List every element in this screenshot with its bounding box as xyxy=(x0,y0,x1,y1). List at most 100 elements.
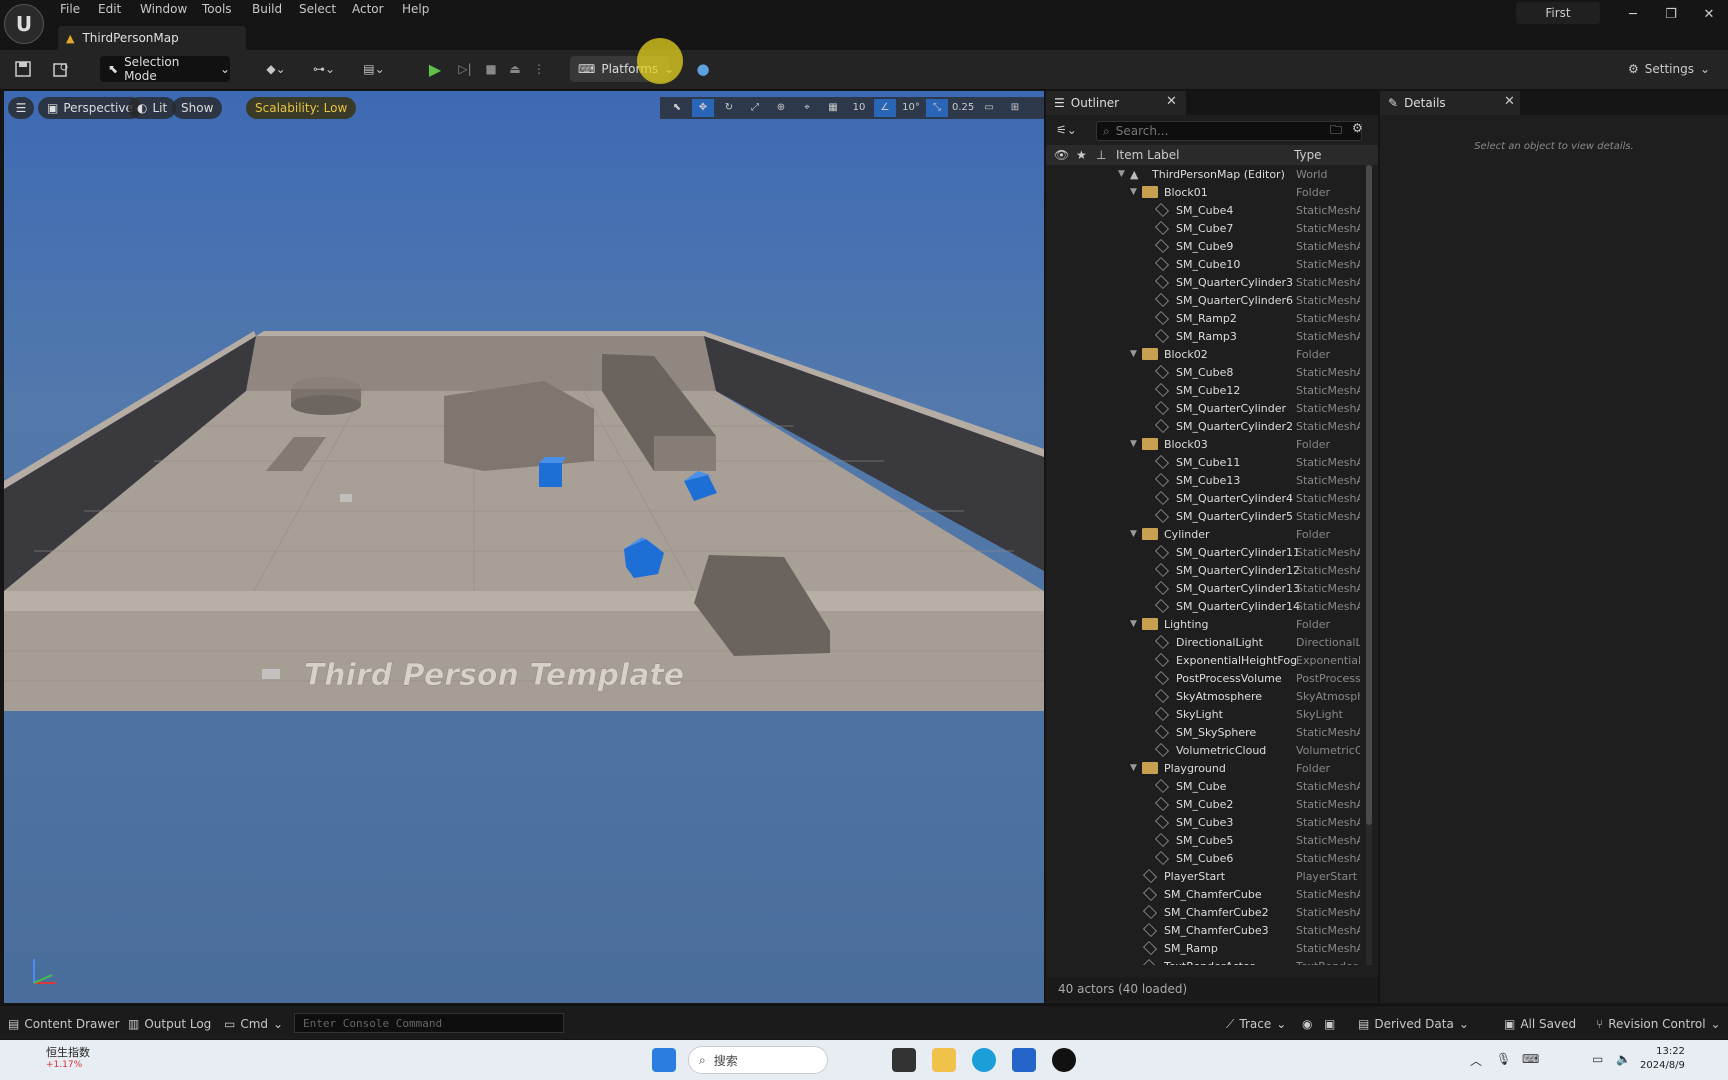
trace-dropdown[interactable]: ⟋ Trace ⌄ xyxy=(1226,1014,1286,1034)
menu-window[interactable]: Window xyxy=(140,2,187,20)
world-local-icon[interactable]: ⊕ xyxy=(770,99,792,117)
details-tab[interactable]: ✎ Details xyxy=(1380,91,1520,115)
outliner-row[interactable]: ▼ Block03 Folder xyxy=(1046,435,1366,453)
tray-chevron-icon[interactable]: ︿ xyxy=(1470,1052,1482,1069)
outliner-row[interactable]: SM_ChamferCube3 StaticMeshA xyxy=(1046,921,1366,939)
output-log-button[interactable]: ▥ Output Log xyxy=(128,1014,211,1034)
move-tool-icon[interactable]: ✥ xyxy=(692,99,714,117)
star-icon[interactable]: ★ xyxy=(1076,148,1096,162)
settings-button[interactable]: ⚙ Settings ⌄ xyxy=(1628,56,1724,82)
stop-icon[interactable]: ■ xyxy=(480,56,502,82)
show-button[interactable]: Show xyxy=(172,97,223,119)
outliner-row[interactable]: SkyAtmosphere SkyAtmosph xyxy=(1046,687,1366,705)
scale-tool-icon[interactable]: ⤢ xyxy=(744,99,766,117)
store-icon[interactable] xyxy=(1012,1048,1036,1072)
outliner-row[interactable]: ▼ Playground Folder xyxy=(1046,759,1366,777)
outliner-row[interactable]: ▼ ▲ ThirdPersonMap (Editor) World xyxy=(1046,165,1366,183)
outliner-row[interactable]: VolumetricCloud VolumetricC xyxy=(1046,741,1366,759)
unreal-logo-icon[interactable]: U xyxy=(4,4,44,44)
outliner-row[interactable]: SM_QuarterCylinder2 StaticMeshA xyxy=(1046,417,1366,435)
eject-icon[interactable]: ⏏ xyxy=(504,56,526,82)
outliner-row[interactable]: SM_Cube6 StaticMeshA xyxy=(1046,849,1366,867)
outliner-row[interactable]: SM_Cube12 StaticMeshA xyxy=(1046,381,1366,399)
outliner-row[interactable]: SM_Cube7 StaticMeshA xyxy=(1046,219,1366,237)
expand-arrow-icon[interactable]: ▼ xyxy=(1130,349,1142,359)
scalability-badge[interactable]: Scalability: Low xyxy=(246,97,357,119)
taskbar-search[interactable]: ⌕ 搜索 xyxy=(688,1046,828,1074)
outliner-row[interactable]: SM_QuarterCylinder11 StaticMeshA xyxy=(1046,543,1366,561)
select-tool-icon[interactable]: ⬉ xyxy=(666,99,688,117)
cmd-dropdown[interactable]: ▭ Cmd ⌄ xyxy=(224,1014,283,1034)
menu-build[interactable]: Build xyxy=(252,2,282,20)
outliner-row[interactable]: SM_Ramp StaticMeshA xyxy=(1046,939,1366,957)
outliner-row[interactable]: SM_QuarterCylinder5 StaticMeshA xyxy=(1046,507,1366,525)
outliner-row[interactable]: SM_QuarterCylinder13 StaticMeshA xyxy=(1046,579,1366,597)
close-icon[interactable]: ✕ xyxy=(1504,94,1515,109)
edge-icon[interactable] xyxy=(972,1048,996,1072)
minimize-icon[interactable]: ─ xyxy=(1616,4,1650,24)
keyboard-icon[interactable]: ⌨ xyxy=(1522,1052,1539,1066)
outliner-row[interactable]: SM_QuarterCylinder4 StaticMeshA xyxy=(1046,489,1366,507)
advance-frame-icon[interactable]: ▷| xyxy=(454,56,476,82)
outliner-row[interactable]: SM_ChamferCube2 StaticMeshA xyxy=(1046,903,1366,921)
outliner-row[interactable]: SkyLight SkyLight xyxy=(1046,705,1366,723)
viewport-options-icon[interactable]: ☰ xyxy=(8,97,34,119)
outliner-row[interactable]: SM_QuarterCylinder14 StaticMeshA xyxy=(1046,597,1366,615)
browse-icon[interactable] xyxy=(50,56,72,82)
outliner-row[interactable]: SM_SkySphere StaticMeshA xyxy=(1046,723,1366,741)
filter-icon[interactable]: ⚟⌄ xyxy=(1056,123,1086,137)
close-icon[interactable]: ✕ xyxy=(1692,4,1726,24)
rotate-tool-icon[interactable]: ↻ xyxy=(718,99,740,117)
menu-select[interactable]: Select xyxy=(299,2,336,20)
grid-snap-icon[interactable]: ▦ xyxy=(822,99,844,117)
close-icon[interactable]: ✕ xyxy=(1166,94,1177,109)
outliner-row[interactable]: SM_Cube9 StaticMeshA xyxy=(1046,237,1366,255)
outliner-search-input[interactable]: ⌕ Search... xyxy=(1096,121,1362,141)
layout-profile[interactable]: First xyxy=(1516,2,1600,24)
outliner-row[interactable]: SM_Cube10 StaticMeshA xyxy=(1046,255,1366,273)
outliner-row[interactable]: SM_QuarterCylinder6 StaticMeshA xyxy=(1046,291,1366,309)
outliner-row[interactable]: ▼ Cylinder Folder xyxy=(1046,525,1366,543)
eye-icon[interactable]: 👁 xyxy=(1054,148,1076,162)
outliner-row[interactable]: PlayerStart PlayerStart xyxy=(1046,867,1366,885)
outliner-scrollbar[interactable] xyxy=(1366,165,1372,965)
content-drawer-button[interactable]: ▤ Content Drawer xyxy=(8,1014,120,1034)
selection-mode-dropdown[interactable]: ⬉ Selection Mode ⌄ xyxy=(100,55,230,83)
outliner-row[interactable]: PostProcessVolume PostProcess xyxy=(1046,669,1366,687)
outliner-tab[interactable]: ☰ Outliner xyxy=(1046,91,1186,115)
outliner-row[interactable]: DirectionalLight DirectionalLi xyxy=(1046,633,1366,651)
blueprint-icon[interactable]: ⊶⌄ xyxy=(306,56,342,82)
camera-speed-icon[interactable]: ▭ xyxy=(978,99,1000,117)
outliner-row[interactable]: SM_Cube8 StaticMeshA xyxy=(1046,363,1366,381)
scale-snap-value[interactable]: 0.25 xyxy=(952,99,974,117)
outliner-row[interactable]: ▼ Block02 Folder xyxy=(1046,345,1366,363)
grid-snap-value[interactable]: 10 xyxy=(848,99,870,117)
col-type[interactable]: Type xyxy=(1294,148,1322,162)
maximize-icon[interactable]: ⊞ xyxy=(1004,99,1026,117)
outliner-row[interactable]: SM_Cube StaticMeshA xyxy=(1046,777,1366,795)
outliner-row[interactable]: SM_Cube5 StaticMeshA xyxy=(1046,831,1366,849)
pin-icon[interactable]: ⊥ xyxy=(1096,148,1116,162)
more-icon[interactable]: ⋮ xyxy=(530,56,548,82)
task-view-icon[interactable] xyxy=(892,1048,916,1072)
perspective-button[interactable]: ▣ Perspective xyxy=(38,97,142,119)
expand-arrow-icon[interactable]: ▼ xyxy=(1130,763,1142,773)
outliner-row[interactable]: SM_Cube2 StaticMeshA xyxy=(1046,795,1366,813)
outliner-row[interactable]: SM_Ramp2 StaticMeshA xyxy=(1046,309,1366,327)
console-input[interactable]: Enter Console Command xyxy=(294,1013,564,1033)
cinematics-icon[interactable]: ▤⌄ xyxy=(356,56,392,82)
restore-icon[interactable]: ❐ xyxy=(1654,4,1688,24)
expand-arrow-icon[interactable]: ▼ xyxy=(1130,619,1142,629)
save-icon[interactable] xyxy=(12,56,34,82)
outliner-row[interactable]: ▼ Lighting Folder xyxy=(1046,615,1366,633)
expand-arrow-icon[interactable]: ▼ xyxy=(1130,529,1142,539)
outliner-row[interactable]: ▼ Block01 Folder xyxy=(1046,183,1366,201)
surface-snap-icon[interactable]: ⌖ xyxy=(796,99,818,117)
menu-help[interactable]: Help xyxy=(402,2,429,20)
menu-edit[interactable]: Edit xyxy=(98,2,121,20)
add-actor-icon[interactable]: ◆⌄ xyxy=(258,56,294,82)
start-icon[interactable] xyxy=(652,1048,676,1072)
revision-control-dropdown[interactable]: ⑂ Revision Control ⌄ xyxy=(1596,1014,1721,1034)
outliner-row[interactable]: TextRenderActor TextRender xyxy=(1046,957,1366,965)
volume-icon[interactable]: 🔈 xyxy=(1616,1052,1631,1066)
